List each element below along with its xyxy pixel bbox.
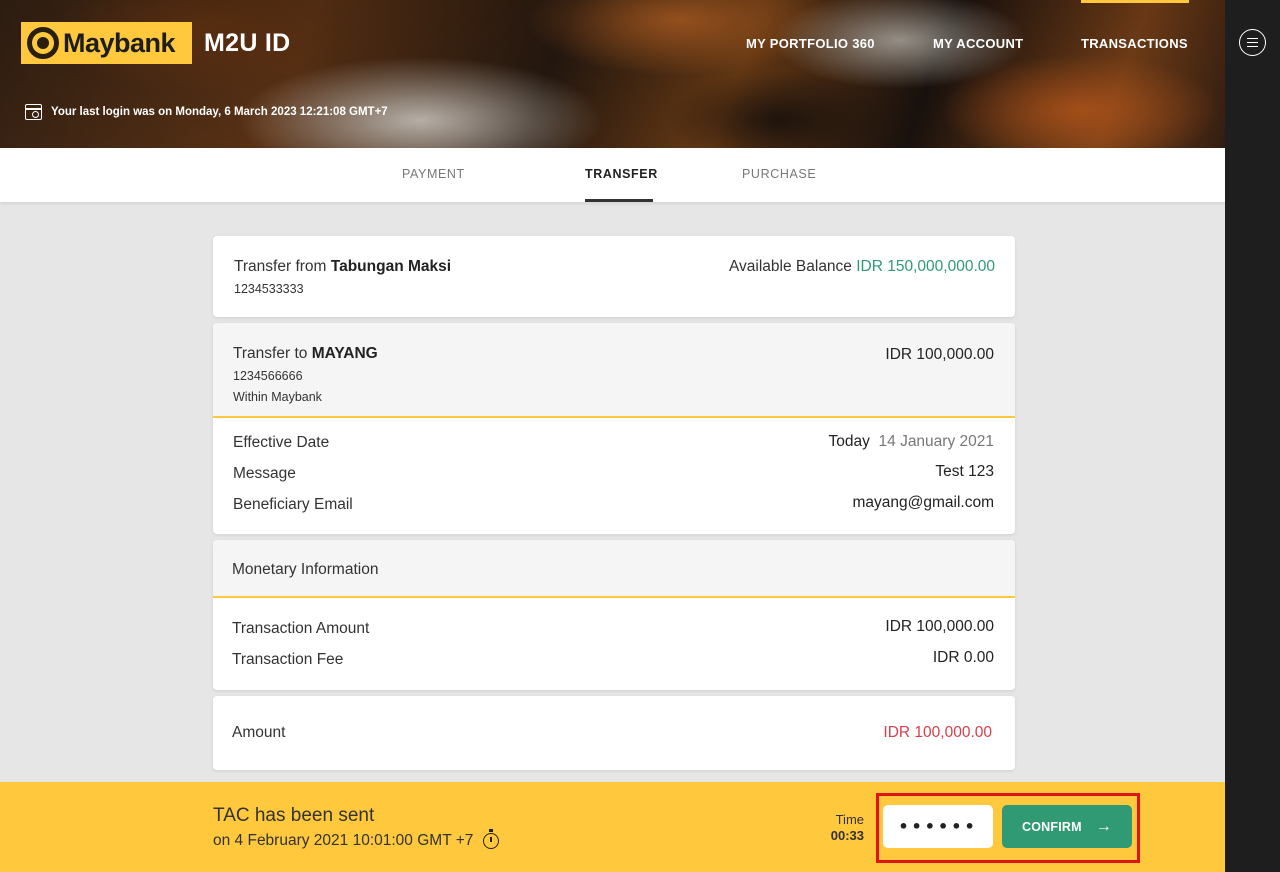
logo-text: Maybank — [63, 27, 176, 58]
monetary-information-card: Monetary Information Transaction Amount … — [213, 540, 1015, 690]
transaction-fee-label: Transaction Fee — [232, 651, 344, 668]
nav-transactions[interactable]: TRANSACTIONS — [1081, 36, 1188, 51]
tac-timer-label: Time — [835, 812, 864, 827]
transfer-from-card: Transfer from Tabungan Maksi 1234533333 … — [213, 236, 1015, 317]
transaction-amount-value: IDR 100,000.00 — [885, 618, 994, 635]
right-rail — [1225, 0, 1280, 872]
transfer-to-card: Transfer to MAYANG 1234566666 Within May… — [213, 323, 1015, 534]
calendar-clock-icon — [25, 104, 42, 120]
transfer-from-prefix: Transfer from — [234, 258, 327, 275]
total-amount-card: Amount IDR 100,000.00 — [213, 696, 1015, 770]
beneficiary-email-label: Beneficiary Email — [233, 496, 353, 513]
tab-purchase[interactable]: PURCHASE — [742, 167, 816, 181]
confirm-button[interactable]: CONFIRM → — [1002, 805, 1132, 848]
total-amount-label: Amount — [232, 724, 286, 741]
nav-my-portfolio[interactable]: MY PORTFOLIO 360 — [746, 36, 875, 51]
last-login-text: Your last login was on Monday, 6 March 2… — [51, 106, 388, 118]
transaction-amount-label: Transaction Amount — [232, 620, 370, 637]
source-account-number: 1234533333 — [234, 282, 304, 296]
source-account-name: Tabungan Maksi — [330, 258, 452, 275]
effective-date-day: Today — [828, 433, 870, 450]
beneficiary-name: MAYANG — [311, 345, 378, 362]
transfer-from-label: Transfer from Tabungan Maksi — [234, 258, 451, 276]
tac-timer-value: 00:33 — [830, 828, 864, 843]
header: Maybank M2U ID MY PORTFOLIO 360 MY ACCOU… — [0, 0, 1225, 148]
transfer-to-prefix: Transfer to — [233, 345, 308, 362]
beneficiary-bank: Within Maybank — [233, 390, 322, 404]
beneficiary-email-value: mayang@gmail.com — [852, 494, 994, 511]
monetary-information-title: Monetary Information — [232, 561, 379, 578]
tac-sent-datetime: on 4 February 2021 10:01:00 GMT +7 — [213, 832, 474, 849]
effective-date: Today 14 January 2021 — [829, 433, 994, 451]
tab-transfer[interactable]: TRANSFER — [585, 167, 658, 181]
beneficiary-account-number: 1234566666 — [233, 369, 303, 383]
tac-bar: TAC has been sent on 4 February 2021 10:… — [0, 782, 1225, 872]
transfer-to-label: Transfer to MAYANG — [233, 345, 378, 363]
available-balance-label: Available Balance — [728, 258, 852, 275]
transaction-fee-value: IDR 0.00 — [932, 649, 994, 666]
nav-my-account[interactable]: MY ACCOUNT — [933, 36, 1023, 51]
confirm-button-label: CONFIRM — [1022, 819, 1082, 834]
available-balance-value: IDR 150,000,000.00 — [856, 258, 995, 275]
app-title: M2U ID — [204, 29, 291, 57]
tab-active-underline — [585, 199, 653, 202]
tac-sent-info: on 4 February 2021 10:01:00 GMT +7 — [213, 829, 500, 850]
arrow-right-icon: → — [1095, 817, 1112, 835]
tiger-icon — [27, 27, 59, 59]
message-label: Message — [233, 465, 296, 482]
maybank-logo[interactable]: Maybank — [21, 22, 192, 64]
app: Maybank M2U ID MY PORTFOLIO 360 MY ACCOU… — [0, 0, 1225, 872]
total-amount-value: IDR 100,000.00 — [883, 724, 992, 741]
tac-sent-title: TAC has been sent — [213, 805, 375, 826]
tab-payment[interactable]: PAYMENT — [402, 167, 465, 181]
available-balance: Available Balance IDR 150,000,000.00 — [729, 258, 995, 276]
transfer-amount: IDR 100,000.00 — [885, 346, 994, 363]
tac-input[interactable] — [883, 805, 993, 848]
tab-bar: PAYMENT TRANSFER PURCHASE — [0, 148, 1225, 202]
effective-date-value: 14 January 2021 — [878, 433, 994, 450]
last-login: Your last login was on Monday, 6 March 2… — [25, 104, 388, 120]
transfer-to-header — [213, 323, 1015, 418]
message-value: Test 123 — [935, 463, 994, 480]
stopwatch-icon — [483, 829, 500, 849]
nav-active-indicator — [1081, 0, 1189, 3]
hamburger-menu-icon[interactable] — [1239, 29, 1266, 56]
effective-date-label: Effective Date — [233, 434, 330, 451]
